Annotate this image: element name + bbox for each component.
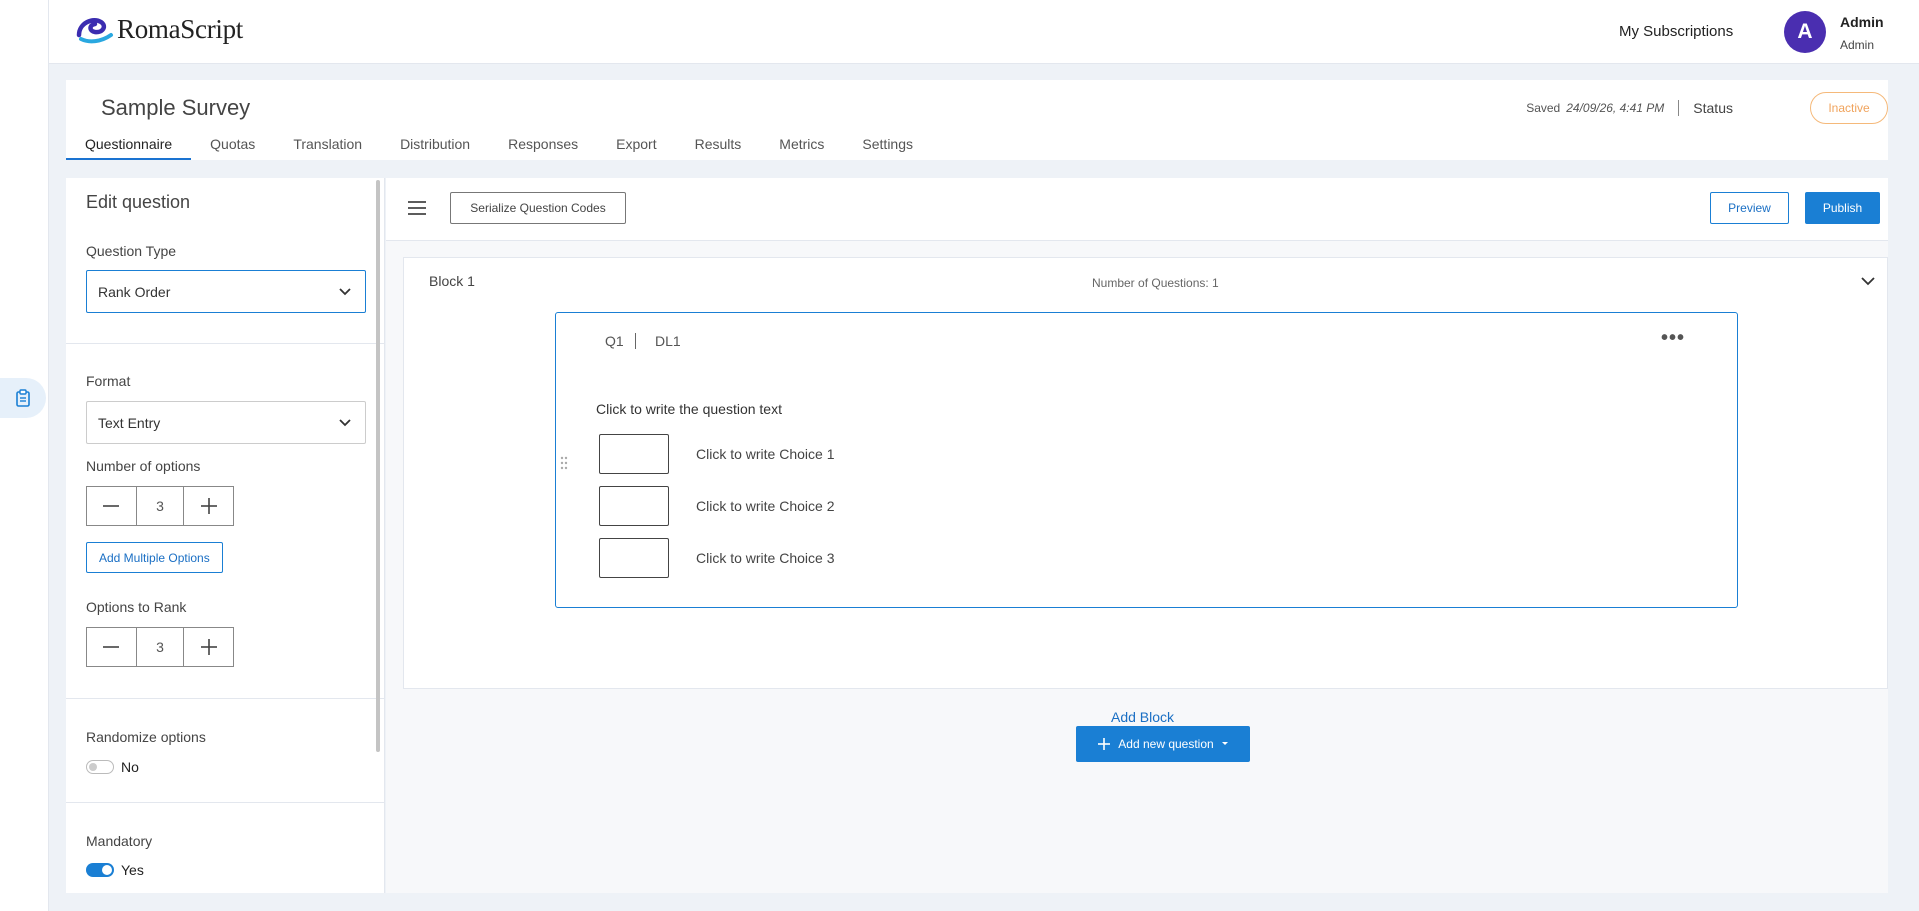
user-name: Admin bbox=[1840, 14, 1884, 30]
plus-icon bbox=[200, 639, 217, 655]
minus-icon bbox=[103, 646, 120, 648]
minus-icon bbox=[103, 505, 120, 507]
user-role: Admin bbox=[1840, 38, 1875, 52]
saved-timestamp: 24/09/26, 4:41 PM bbox=[1566, 101, 1665, 115]
tab-responses[interactable]: Responses bbox=[489, 135, 597, 160]
rank-input-3[interactable] bbox=[599, 538, 669, 578]
randomize-value: No bbox=[121, 759, 139, 775]
question-code[interactable]: DL1 bbox=[655, 333, 681, 349]
status-label: Status bbox=[1693, 100, 1733, 116]
format-value: Text Entry bbox=[98, 414, 161, 431]
clipboard-icon bbox=[16, 389, 30, 407]
edit-question-panel: Edit question Question Type Rank Order F… bbox=[66, 178, 385, 893]
add-new-question-button[interactable]: Add new question bbox=[1076, 726, 1250, 762]
choice-label-2[interactable]: Click to write Choice 2 bbox=[696, 498, 835, 514]
chevron-down-icon[interactable] bbox=[1861, 273, 1875, 291]
brand-name: RomaScript bbox=[117, 13, 243, 44]
survey-title: Sample Survey bbox=[101, 95, 251, 120]
tab-quotas[interactable]: Quotas bbox=[191, 135, 274, 160]
randomize-label: Randomize options bbox=[86, 729, 206, 745]
brand-logo[interactable]: RomaScript bbox=[75, 13, 243, 45]
divider bbox=[66, 698, 384, 699]
rank-input-1[interactable] bbox=[599, 434, 669, 474]
panel-scrollbar[interactable] bbox=[376, 180, 380, 752]
options-to-rank-label: Options to Rank bbox=[86, 599, 187, 615]
more-options-icon[interactable]: ••• bbox=[1661, 327, 1685, 350]
add-multiple-options-button[interactable]: Add Multiple Options bbox=[86, 542, 223, 573]
rail-item-questionnaire[interactable] bbox=[0, 378, 46, 418]
number-of-options-value[interactable]: 3 bbox=[135, 487, 185, 525]
add-new-question-label: Add new question bbox=[1118, 737, 1214, 751]
chevron-down-icon bbox=[339, 418, 351, 426]
number-of-options-label: Number of options bbox=[86, 458, 201, 474]
saved-label: Saved bbox=[1526, 101, 1561, 115]
preview-button[interactable]: Preview bbox=[1710, 192, 1789, 224]
tab-export[interactable]: Export bbox=[597, 135, 675, 160]
choice-label-1[interactable]: Click to write Choice 1 bbox=[696, 446, 835, 462]
mandatory-label: Mandatory bbox=[86, 833, 153, 849]
chevron-down-icon bbox=[339, 287, 351, 295]
question-type-label: Question Type bbox=[86, 243, 177, 259]
tab-settings[interactable]: Settings bbox=[843, 135, 932, 160]
block-question-count: Number of Questions: 1 bbox=[1092, 276, 1219, 290]
tab-metrics[interactable]: Metrics bbox=[760, 135, 843, 160]
divider bbox=[66, 343, 384, 344]
divider bbox=[635, 333, 636, 349]
increment-button[interactable] bbox=[184, 487, 233, 525]
question-type-select[interactable]: Rank Order bbox=[86, 270, 366, 313]
avatar[interactable]: A bbox=[1784, 11, 1826, 53]
publish-button[interactable]: Publish bbox=[1805, 192, 1880, 224]
options-to-rank-stepper: 3 bbox=[86, 627, 234, 667]
options-to-rank-value[interactable]: 3 bbox=[135, 628, 185, 666]
drag-handle-icon[interactable] bbox=[560, 456, 568, 475]
top-bar: RomaScript My Subscriptions A Admin Admi… bbox=[49, 0, 1919, 64]
main-editor: Serialize Question Codes Preview Publish… bbox=[386, 178, 1888, 893]
tab-results[interactable]: Results bbox=[676, 135, 761, 160]
block-title: Block 1 bbox=[429, 273, 475, 289]
rank-input-2[interactable] bbox=[599, 486, 669, 526]
question-text[interactable]: Click to write the question text bbox=[596, 401, 782, 417]
survey-tabs: Questionnaire Quotas Translation Distrib… bbox=[66, 135, 932, 160]
mandatory-value: Yes bbox=[121, 862, 144, 878]
menu-icon[interactable] bbox=[408, 200, 426, 221]
caret-down-icon bbox=[1221, 742, 1228, 745]
survey-header: Sample Survey Saved 24/09/26, 4:41 PM St… bbox=[66, 80, 1888, 160]
status-badge: Inactive bbox=[1810, 92, 1888, 124]
divider bbox=[1678, 100, 1680, 116]
question-block: Block 1 Number of Questions: 1 Q1 DL1 ••… bbox=[403, 257, 1888, 762]
increment-button[interactable] bbox=[184, 628, 233, 666]
tab-distribution[interactable]: Distribution bbox=[381, 135, 489, 160]
decrement-button[interactable] bbox=[87, 487, 136, 525]
my-subscriptions-link[interactable]: My Subscriptions bbox=[1619, 23, 1733, 40]
editor-toolbar: Serialize Question Codes Preview Publish bbox=[386, 178, 1888, 241]
decrement-button[interactable] bbox=[87, 628, 136, 666]
save-status: Saved 24/09/26, 4:41 PM Status bbox=[1526, 100, 1733, 116]
divider bbox=[66, 802, 384, 803]
question-id: Q1 bbox=[605, 333, 624, 349]
logo-icon bbox=[76, 17, 113, 44]
left-rail bbox=[0, 0, 49, 911]
tab-questionnaire[interactable]: Questionnaire bbox=[66, 135, 192, 160]
mandatory-toggle[interactable] bbox=[86, 863, 114, 877]
format-select[interactable]: Text Entry bbox=[86, 401, 366, 444]
number-of-options-stepper: 3 bbox=[86, 486, 234, 526]
serialize-question-codes-button[interactable]: Serialize Question Codes bbox=[450, 192, 626, 224]
plus-icon bbox=[200, 498, 217, 514]
randomize-toggle[interactable] bbox=[86, 760, 114, 774]
choice-label-3[interactable]: Click to write Choice 3 bbox=[696, 550, 835, 566]
question-type-value: Rank Order bbox=[98, 283, 171, 300]
plus-icon bbox=[1098, 738, 1111, 750]
panel-title: Edit question bbox=[86, 192, 191, 212]
question-card[interactable]: Q1 DL1 ••• Click to write the question t… bbox=[555, 312, 1738, 608]
tab-translation[interactable]: Translation bbox=[274, 135, 381, 160]
format-label: Format bbox=[86, 373, 131, 389]
add-block-link[interactable]: Add Block bbox=[1111, 709, 1174, 725]
